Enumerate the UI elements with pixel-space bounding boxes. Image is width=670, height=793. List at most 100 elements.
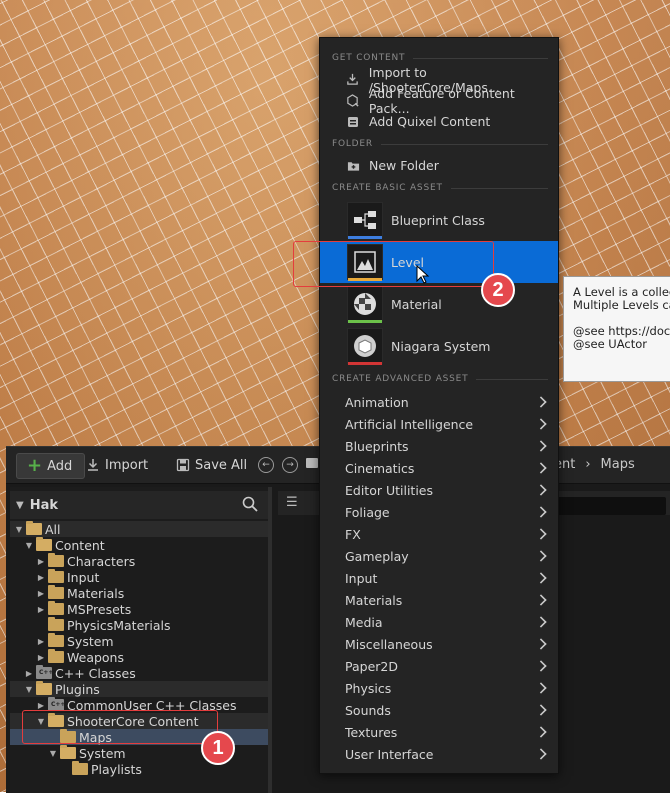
menu-item-add-feature[interactable]: Add Feature or Content Pack... xyxy=(320,86,558,116)
history-forward-icon[interactable]: → xyxy=(282,457,298,473)
add-button[interactable]: + Add xyxy=(16,453,86,479)
expand-arrow-icon[interactable]: ▼ xyxy=(14,525,24,534)
tree-item-characters[interactable]: ▶ Characters xyxy=(10,553,268,569)
tree-splitter[interactable] xyxy=(268,487,272,793)
submenu-user-interface[interactable]: User Interface xyxy=(320,743,558,765)
section-create-basic: CREATE BASIC ASSET xyxy=(332,182,548,194)
tree-item-label: MSPresets xyxy=(67,601,132,617)
submenu-cinematics[interactable]: Cinematics xyxy=(320,457,558,479)
tree-item-all[interactable]: ▼ All xyxy=(10,521,268,537)
submenu-label: Paper2D xyxy=(345,658,398,674)
search-icon[interactable] xyxy=(242,496,258,512)
menu-item-label: Add Quixel Content xyxy=(369,114,491,129)
chevron-right-icon xyxy=(535,616,547,628)
tree-item-weapons[interactable]: ▶ Weapons xyxy=(10,649,268,665)
save-all-button-label: Save All xyxy=(195,457,248,473)
submenu-animation[interactable]: Animation xyxy=(320,391,558,413)
tree-item-materials[interactable]: ▶ Materials xyxy=(10,585,268,601)
expand-arrow-icon[interactable]: ▼ xyxy=(24,541,34,550)
menu-item-add-quixel[interactable]: Add Quixel Content xyxy=(320,111,558,132)
submenu-textures[interactable]: Textures xyxy=(320,721,558,743)
submenu-editor-utilities[interactable]: Editor Utilities xyxy=(320,479,558,501)
material-icon xyxy=(347,286,383,323)
folder-icon xyxy=(48,617,64,631)
submenu-label: Artificial Intelligence xyxy=(345,416,474,432)
filter-icon[interactable]: ☰ xyxy=(286,495,298,510)
expand-arrow-icon[interactable]: ▶ xyxy=(36,605,46,614)
content-pack-icon xyxy=(346,94,360,108)
section-label: FOLDER xyxy=(332,139,373,149)
submenu-miscellaneous[interactable]: Miscellaneous xyxy=(320,633,558,655)
tree-item-label: Materials xyxy=(67,585,125,601)
import-button-label: Import xyxy=(105,457,149,473)
tree-item-content[interactable]: ▼ Content xyxy=(10,537,268,553)
menu-item-new-folder[interactable]: New Folder xyxy=(320,155,558,176)
menu-item-niagara-system[interactable]: Niagara System xyxy=(320,325,558,367)
chevron-right-icon xyxy=(535,726,547,738)
tree-item-system[interactable]: ▶ System xyxy=(10,633,268,649)
folder-open-icon xyxy=(26,521,42,535)
tree-item-physicsmaterials[interactable]: PhysicsMaterials xyxy=(10,617,268,633)
submenu-label: Miscellaneous xyxy=(345,636,433,652)
tree-header[interactable]: ▼ Hak xyxy=(10,491,268,519)
submenu-media[interactable]: Media xyxy=(320,611,558,633)
tree-item-playlists[interactable]: Playlists xyxy=(10,761,268,777)
chevron-right-icon xyxy=(535,418,547,430)
history-back-icon[interactable]: ← xyxy=(258,457,274,473)
import-button[interactable]: Import xyxy=(78,453,156,477)
chevron-right-icon xyxy=(535,440,547,452)
submenu-materials[interactable]: Materials xyxy=(320,589,558,611)
collapse-triangle-icon[interactable]: ▼ xyxy=(16,500,24,511)
expand-arrow-icon[interactable]: ▶ xyxy=(36,573,46,582)
menu-item-blueprint-class[interactable]: Blueprint Class xyxy=(320,199,558,241)
submenu-artificial-intelligence[interactable]: Artificial Intelligence xyxy=(320,413,558,435)
save-icon xyxy=(176,458,190,472)
submenu-gameplay[interactable]: Gameplay xyxy=(320,545,558,567)
tree-item-cpp-classes[interactable]: ▶ C++ C++ Classes xyxy=(10,665,268,681)
menu-item-label: Blueprint Class xyxy=(391,212,485,228)
tree-item-plugins[interactable]: ▼ Plugins xyxy=(10,681,268,697)
section-label: CREATE BASIC ASSET xyxy=(332,183,443,193)
tree-item-label: Plugins xyxy=(55,681,100,697)
expand-arrow-icon[interactable]: ▶ xyxy=(36,637,46,646)
chevron-right-icon xyxy=(535,396,547,408)
submenu-label: Input xyxy=(345,570,378,586)
menu-item-material[interactable]: Material xyxy=(320,283,558,325)
submenu-paper2d[interactable]: Paper2D xyxy=(320,655,558,677)
tree-item-label: System xyxy=(79,745,126,761)
submenu-sounds[interactable]: Sounds xyxy=(320,699,558,721)
expand-arrow-icon[interactable]: ▼ xyxy=(24,685,34,694)
submenu-label: FX xyxy=(345,526,361,542)
expand-arrow-icon[interactable]: ▶ xyxy=(36,653,46,662)
chevron-right-icon xyxy=(535,638,547,650)
tree-item-mspresets[interactable]: ▶ MSPresets xyxy=(10,601,268,617)
submenu-label: Animation xyxy=(345,394,409,410)
breadcrumb-item-maps[interactable]: Maps xyxy=(601,457,635,472)
annotation-highlight-maps xyxy=(22,710,218,744)
submenu-blueprints[interactable]: Blueprints xyxy=(320,435,558,457)
submenu-label: Editor Utilities xyxy=(345,482,434,498)
quixel-icon xyxy=(346,115,360,129)
chevron-right-icon xyxy=(535,660,547,672)
add-button-label: Add xyxy=(47,458,73,474)
submenu-foliage[interactable]: Foliage xyxy=(320,501,558,523)
submenu-label: Textures xyxy=(345,724,398,740)
tooltip-line: Multiple Levels ca xyxy=(573,298,670,312)
expand-arrow-icon[interactable]: ▶ xyxy=(24,669,34,678)
tree-item-input[interactable]: ▶ Input xyxy=(10,569,268,585)
import-icon xyxy=(88,459,98,471)
folder-nav-icon[interactable] xyxy=(306,458,318,468)
submenu-input[interactable]: Input xyxy=(320,567,558,589)
expand-arrow-icon[interactable]: ▶ xyxy=(36,557,46,566)
submenu-physics[interactable]: Physics xyxy=(320,677,558,699)
add-context-menu: GET CONTENT Import to /ShooterCore/Maps.… xyxy=(319,37,559,774)
asset-search-input[interactable] xyxy=(546,497,666,515)
save-all-button[interactable]: Save All xyxy=(168,453,255,477)
submenu-fx[interactable]: FX xyxy=(320,523,558,545)
blueprint-class-icon xyxy=(347,202,383,239)
expand-arrow-icon[interactable]: ▶ xyxy=(36,701,46,710)
chevron-right-icon xyxy=(535,550,547,562)
section-create-advanced: CREATE ADVANCED ASSET xyxy=(332,373,548,385)
expand-arrow-icon[interactable]: ▶ xyxy=(36,589,46,598)
expand-arrow-icon[interactable]: ▼ xyxy=(48,749,58,758)
